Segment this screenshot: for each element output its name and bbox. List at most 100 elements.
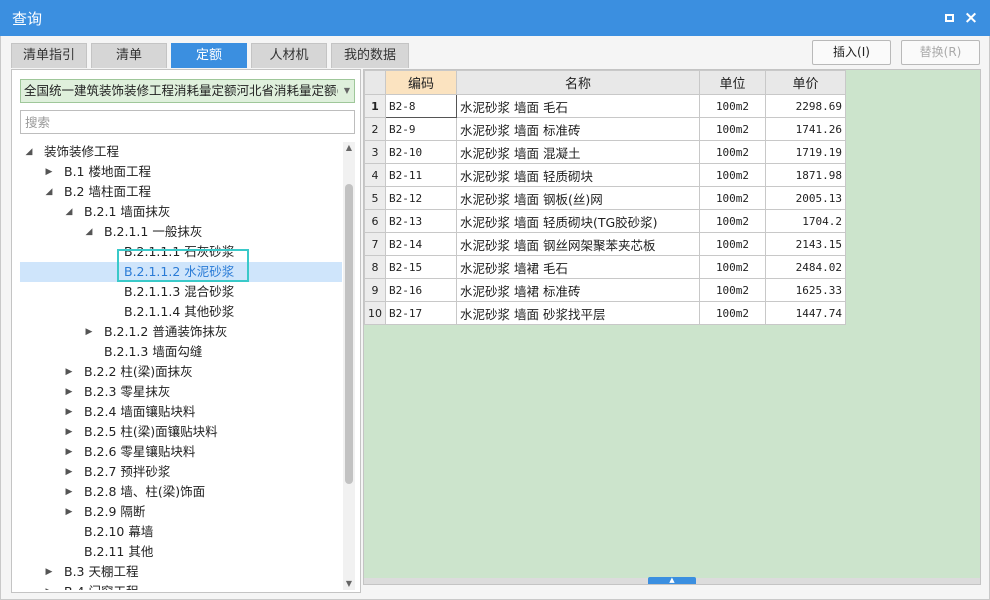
collapse-toggle-icon[interactable]: ◢ [24,142,34,162]
cell-name[interactable]: 水泥砂浆 墙裙 毛石 [456,255,700,279]
cell-name[interactable]: 水泥砂浆 墙面 混凝土 [456,140,700,164]
search-input[interactable] [20,110,355,134]
row-number[interactable]: 9 [364,278,386,302]
tree-item[interactable]: ▶ B.3 天棚工程 [20,562,342,582]
cell-price[interactable]: 2298.69 [765,94,846,118]
maximize-icon[interactable] [940,9,958,27]
collapse-toggle-icon[interactable]: ◢ [84,222,94,242]
tab-labor-material-machine[interactable]: 人材机 [251,43,327,68]
expand-toggle-icon[interactable]: ▶ [44,582,54,590]
cell-price[interactable]: 1704.2 [765,209,846,233]
cell-name[interactable]: 水泥砂浆 墙裙 标准砖 [456,278,700,302]
expand-toggle-icon[interactable]: ▶ [64,362,74,382]
tree-item[interactable]: ◢ B.2 墙柱面工程 [20,182,342,202]
row-number[interactable]: 10 [364,301,386,325]
tree-item[interactable]: ▶ B.2.1.2 普通装饰抹灰 [20,322,342,342]
scroll-thumb[interactable] [345,184,353,484]
cell-price[interactable]: 1719.19 [765,140,846,164]
tab-bill-guide[interactable]: 清单指引 [11,43,87,68]
expand-toggle-icon[interactable]: ▶ [64,402,74,422]
scroll-up-icon[interactable]: ▲ [343,142,355,154]
table-row[interactable]: 4 B2-11 水泥砂浆 墙面 轻质砌块 100m2 1871.98 [364,163,846,187]
expand-toggle-icon[interactable]: ▶ [64,482,74,502]
cell-unit[interactable]: 100m2 [699,94,766,118]
table-row[interactable]: 1 B2-8 水泥砂浆 墙面 毛石 100m2 2298.69 [364,94,846,118]
tree-item[interactable]: ▶ B.2.8 墙、柱(梁)饰面 [20,482,342,502]
tree-item[interactable]: ◢ 装饰装修工程 [20,142,342,162]
table-row[interactable]: 9 B2-16 水泥砂浆 墙裙 标准砖 100m2 1625.33 [364,278,846,302]
expand-toggle-icon[interactable]: ▶ [64,462,74,482]
column-header-unit[interactable]: 单位 [699,70,766,95]
tree-item[interactable]: ▶ B.1 楼地面工程 [20,162,342,182]
expand-toggle-icon[interactable]: ▶ [44,162,54,182]
cell-unit[interactable]: 100m2 [699,163,766,187]
tree-item[interactable]: B.2.10 幕墙 [20,522,342,542]
table-row[interactable]: 8 B2-15 水泥砂浆 墙裙 毛石 100m2 2484.02 [364,255,846,279]
table-row[interactable]: 7 B2-14 水泥砂浆 墙面 钢丝网架聚苯夹芯板 100m2 2143.15 [364,232,846,256]
close-icon[interactable]: × [962,9,980,27]
cell-price[interactable]: 2484.02 [765,255,846,279]
tree-item[interactable]: ◢ B.2.1.1 一般抹灰 [20,222,342,242]
cell-name[interactable]: 水泥砂浆 墙面 毛石 [456,94,700,118]
tree-item[interactable]: B.2.11 其他 [20,542,342,562]
splitter-handle-icon[interactable]: ▲ [648,577,696,584]
cell-price[interactable]: 1741.26 [765,117,846,141]
cell-code[interactable]: B2-8 [385,94,457,118]
cell-price[interactable]: 1447.74 [765,301,846,325]
column-header-name[interactable]: 名称 [456,70,700,95]
cell-price[interactable]: 1625.33 [765,278,846,302]
cell-name[interactable]: 水泥砂浆 墙面 标准砖 [456,117,700,141]
row-number[interactable]: 6 [364,209,386,233]
row-number[interactable]: 8 [364,255,386,279]
tree-item[interactable]: ▶ B.2.4 墙面镶贴块料 [20,402,342,422]
cell-code[interactable]: B2-11 [385,163,457,187]
cell-price[interactable]: 1871.98 [765,163,846,187]
cell-unit[interactable]: 100m2 [699,232,766,256]
tree-item[interactable]: ▶ B.2.3 零星抹灰 [20,382,342,402]
insert-button[interactable]: 插入(I) [812,40,891,65]
cell-unit[interactable]: 100m2 [699,301,766,325]
cell-price[interactable]: 2005.13 [765,186,846,210]
cell-unit[interactable]: 100m2 [699,255,766,279]
tab-quota[interactable]: 定额 [171,43,247,68]
tree-item[interactable]: ▶ B.2.6 零星镶贴块料 [20,442,342,462]
tab-my-data[interactable]: 我的数据 [331,43,409,68]
row-number[interactable]: 5 [364,186,386,210]
scroll-down-icon[interactable]: ▼ [343,578,355,590]
cell-unit[interactable]: 100m2 [699,186,766,210]
table-row[interactable]: 6 B2-13 水泥砂浆 墙面 轻质砌块(TG胶砂浆) 100m2 1704.2 [364,209,846,233]
cell-unit[interactable]: 100m2 [699,209,766,233]
expand-toggle-icon[interactable]: ▶ [64,502,74,522]
tree-item[interactable]: B.2.1.1.4 其他砂浆 [20,302,342,322]
cell-name[interactable]: 水泥砂浆 墙面 轻质砌块 [456,163,700,187]
cell-name[interactable]: 水泥砂浆 墙面 砂浆找平层 [456,301,700,325]
tree-item[interactable]: ▶ B.2.5 柱(梁)面镶贴块料 [20,422,342,442]
cell-code[interactable]: B2-10 [385,140,457,164]
cell-code[interactable]: B2-16 [385,278,457,302]
table-row[interactable]: 5 B2-12 水泥砂浆 墙面 钢板(丝)网 100m2 2005.13 [364,186,846,210]
cell-price[interactable]: 2143.15 [765,232,846,256]
expand-toggle-icon[interactable]: ▶ [64,382,74,402]
tree-item[interactable]: ◢ B.2.1 墙面抹灰 [20,202,342,222]
row-number[interactable]: 1 [364,94,386,118]
tree-item[interactable]: ▶ B.2.7 预拌砂浆 [20,462,342,482]
cell-code[interactable]: B2-12 [385,186,457,210]
expand-toggle-icon[interactable]: ▶ [44,562,54,582]
cell-unit[interactable]: 100m2 [699,140,766,164]
tree-item[interactable]: B.2.1.1.3 混合砂浆 [20,282,342,302]
tree-scrollbar[interactable]: ▲ ▼ [343,142,355,590]
replace-button[interactable]: 替换(R) [901,40,980,65]
column-header-price[interactable]: 单价 [765,70,846,95]
tree-item[interactable]: B.2.1.3 墙面勾缝 [20,342,342,362]
cell-code[interactable]: B2-15 [385,255,457,279]
expand-toggle-icon[interactable]: ▶ [64,422,74,442]
table-row[interactable]: 10 B2-17 水泥砂浆 墙面 砂浆找平层 100m2 1447.74 [364,301,846,325]
expand-toggle-icon[interactable]: ▶ [84,322,94,342]
cell-name[interactable]: 水泥砂浆 墙面 钢丝网架聚苯夹芯板 [456,232,700,256]
cell-code[interactable]: B2-17 [385,301,457,325]
cell-name[interactable]: 水泥砂浆 墙面 钢板(丝)网 [456,186,700,210]
row-number[interactable]: 7 [364,232,386,256]
cell-unit[interactable]: 100m2 [699,117,766,141]
cell-code[interactable]: B2-9 [385,117,457,141]
collapse-toggle-icon[interactable]: ◢ [64,202,74,222]
